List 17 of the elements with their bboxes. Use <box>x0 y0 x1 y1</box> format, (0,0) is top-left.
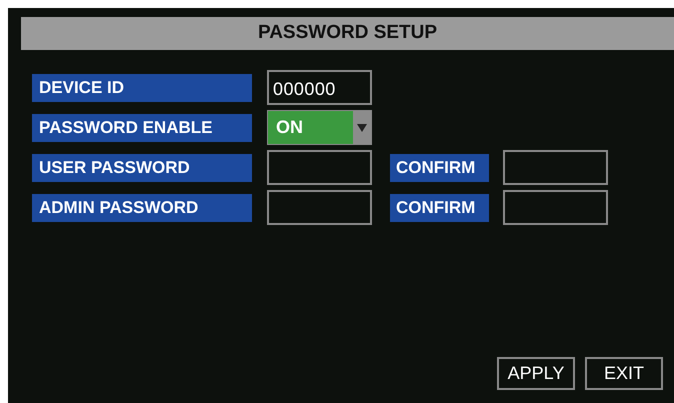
dropdown-value: ON <box>275 116 304 139</box>
dropdown[interactable]: ON <box>267 110 372 145</box>
caret-icon <box>357 124 367 132</box>
action-button[interactable]: APPLY <box>497 357 575 390</box>
action-button[interactable]: EXIT <box>585 357 663 390</box>
input-field[interactable]: 000000 <box>267 70 372 105</box>
password-field[interactable] <box>267 150 372 185</box>
field-label: CONFIRM <box>390 194 489 222</box>
password-field[interactable] <box>267 190 372 225</box>
field-label: DEVICE ID <box>32 74 252 102</box>
field-label: CONFIRM <box>390 154 489 182</box>
field-label: USER PASSWORD <box>32 154 252 182</box>
window-title: PASSWORD SETUP <box>258 21 438 46</box>
field-label: PASSWORD ENABLE <box>32 114 252 142</box>
password-field[interactable] <box>503 190 608 225</box>
password-field[interactable] <box>503 150 608 185</box>
field-label: ADMIN PASSWORD <box>32 194 252 222</box>
